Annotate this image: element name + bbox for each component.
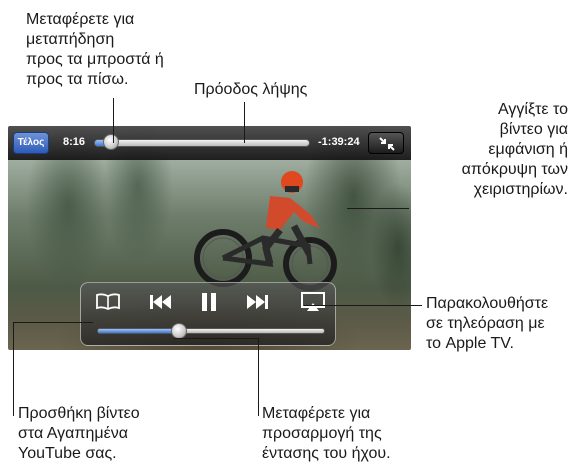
volume-track[interactable] [97, 328, 325, 334]
leader-favorites-horizontal [13, 322, 93, 323]
leader-volume-vertical [258, 338, 259, 416]
elapsed-time: 8:16 [63, 136, 86, 148]
fullscreen-toggle-button[interactable] [368, 132, 404, 154]
leader-favorites-vertical [13, 322, 14, 416]
callout-scrub: Μεταφέρετε για μεταπήδηση προς τα μπροστ… [26, 11, 164, 88]
previous-track-icon[interactable] [147, 291, 173, 313]
leader-download-vertical [244, 102, 245, 143]
callout-volume: Μεταφέρετε για προσαρμογή της έντασης το… [262, 405, 391, 462]
playback-controls-panel [80, 282, 336, 346]
playback-top-bar: Τέλος 8:16 -1:39:24 [8, 126, 411, 160]
book-icon[interactable] [95, 291, 121, 313]
leader-airplay-horizontal [304, 305, 422, 306]
volume-thumb[interactable] [171, 323, 188, 339]
remaining-time: -1:39:24 [318, 136, 360, 148]
scrubber-track[interactable] [94, 139, 310, 147]
callout-download-progress: Πρόοδος λήψης [194, 81, 308, 98]
callout-favorites: Προσθήκη βίντεο στα Αγαπημένα YouTube σα… [18, 405, 140, 462]
pause-icon[interactable] [198, 291, 220, 313]
airplay-icon[interactable] [301, 291, 325, 313]
scrubber-thumb[interactable] [103, 134, 120, 150]
next-track-icon[interactable] [245, 291, 271, 313]
leader-tap-horizontal [347, 208, 409, 209]
callout-apple-tv: Παρακολουθήστε σε τηλεόραση με το Apple … [426, 295, 549, 352]
callout-tap-video: Αγγίξτε το βίντεο για εμφάνιση ή απόκρυψ… [461, 101, 568, 198]
leader-scrub-vertical [113, 98, 114, 143]
exit-fullscreen-icon [379, 137, 395, 151]
leader-volume-horizontal [174, 338, 258, 339]
video-screen[interactable]: Τέλος 8:16 -1:39:24 [8, 126, 411, 350]
volume-level-fill [98, 329, 180, 333]
done-button[interactable]: Τέλος [13, 132, 49, 154]
